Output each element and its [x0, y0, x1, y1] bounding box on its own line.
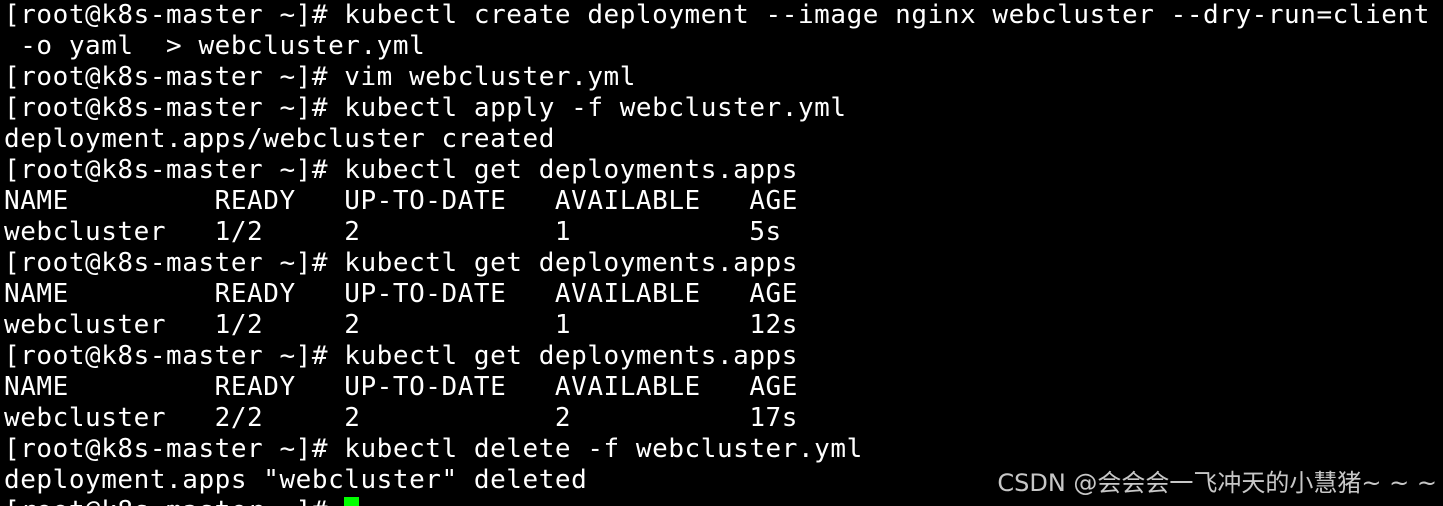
terminal-line: deployment.apps/webcluster created	[4, 124, 555, 154]
terminal-line: [root@k8s-master ~]# kubectl apply -f we…	[4, 93, 847, 123]
terminal-line: webcluster 1/2 2 1 12s	[4, 310, 798, 340]
terminal-line: [root@k8s-master ~]# kubectl get deploym…	[4, 341, 798, 371]
terminal-line: webcluster 1/2 2 1 5s	[4, 217, 782, 247]
terminal-line: [root@k8s-master ~]# kubectl delete -f w…	[4, 434, 863, 464]
terminal-line: [root@k8s-master ~]# kubectl get deploym…	[4, 155, 798, 185]
terminal-line: -o yaml > webcluster.yml	[4, 31, 426, 61]
terminal-line: [root@k8s-master ~]# vim webcluster.yml	[4, 62, 636, 92]
terminal-line: [root@k8s-master ~]# kubectl create depl…	[4, 0, 1430, 30]
terminal-cursor	[344, 497, 360, 506]
terminal-line: [root@k8s-master ~]# kubectl get deploym…	[4, 248, 798, 278]
terminal-line: webcluster 2/2 2 2 17s	[4, 403, 798, 433]
watermark: CSDN @会会会一飞冲天的小慧猪~ ~ ~	[997, 469, 1437, 497]
prompt-text: [root@k8s-master ~]#	[4, 496, 344, 506]
terminal-window[interactable]: [root@k8s-master ~]# kubectl create depl…	[4, 0, 1443, 506]
terminal-line: NAME READY UP-TO-DATE AVAILABLE AGE	[4, 186, 798, 216]
terminal-line: NAME READY UP-TO-DATE AVAILABLE AGE	[4, 279, 798, 309]
terminal-line: NAME READY UP-TO-DATE AVAILABLE AGE	[4, 372, 798, 402]
